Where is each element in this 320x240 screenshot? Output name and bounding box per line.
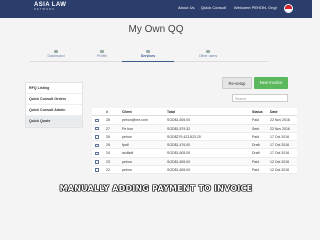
edit-icon[interactable] — [95, 116, 100, 124]
column-header-date[interactable]: Date — [270, 108, 314, 116]
search-input[interactable]: Search — [232, 94, 288, 102]
edit-icon[interactable] — [95, 133, 100, 141]
sidebar-item-quick-consult-admin[interactable]: Quick Consult Admin — [26, 105, 82, 116]
column-header-status[interactable]: Status — [252, 108, 270, 116]
table-row[interactable]: 22 pehon SGD$1,605.00 Paid 12 Oct 2016 — [92, 166, 297, 175]
tab-dashboard[interactable]: Dashboard — [30, 50, 82, 62]
nav-about-us[interactable]: About Us — [178, 5, 194, 10]
dashboard-icon — [54, 50, 58, 53]
video-caption: MANUALLY ADDING PAYMENT TO INVOICE — [59, 184, 253, 193]
resetup-button[interactable]: Re-setup — [222, 77, 252, 89]
table-row[interactable]: 27 Pe hon SGD$1,579.32 Sent 22 Nov 2016 — [92, 124, 297, 133]
sidebar-item-rfq-listing[interactable]: RFQ Listing — [26, 83, 82, 94]
edit-icon[interactable] — [95, 149, 100, 157]
nav-user-menu[interactable]: Welcome PEHON, Ong! — [234, 5, 277, 10]
edit-icon[interactable] — [95, 166, 100, 174]
tab-profile[interactable]: Profile — [76, 50, 128, 62]
invoice-table: # Client Total Status Date 28 pehon@me.c… — [92, 108, 297, 175]
tab-services[interactable]: Services — [122, 50, 174, 62]
nav-quick-consult[interactable]: Quick Consult — [201, 5, 226, 10]
tab-other-users[interactable]: Other users — [182, 50, 234, 62]
table-row[interactable]: 24 asdfsdf SGD$1,605.00 Draft 17 Oct 201… — [92, 149, 297, 158]
logo-subtitle: NETWORK — [34, 8, 56, 11]
new-invoice-button[interactable]: New Invoice — [254, 77, 288, 89]
user-icon — [100, 50, 104, 53]
sidebar-item-quick-quote[interactable]: Quick Quote — [26, 116, 82, 127]
column-header-id[interactable]: # — [106, 108, 118, 116]
edit-icon[interactable] — [95, 125, 100, 133]
services-icon — [146, 50, 150, 53]
table-row[interactable]: 23 pehon SGD$1,605.00 Paid 12 Oct 2016 — [92, 157, 297, 167]
edit-icon[interactable] — [95, 141, 100, 149]
column-header-total[interactable]: Total — [167, 108, 251, 116]
table-row[interactable]: 28 pehon@me.com SGD$1,605.00 Paid 22 Nov… — [92, 116, 297, 125]
table-header-row: # Client Total Status Date — [92, 108, 297, 117]
logo[interactable]: ASIA LAW NETWORK — [34, 2, 66, 11]
page-title: My Own QQ — [128, 24, 184, 35]
singapore-flag-icon[interactable] — [284, 4, 293, 13]
profile-tabs: Dashboard Profile Services Other users — [30, 50, 268, 62]
column-header-client[interactable]: Client — [122, 108, 166, 116]
services-sidebar: RFQ Listing Quick Consult Orders Quick C… — [25, 82, 83, 128]
top-navbar: ASIA LAW NETWORK About Us Quick Consult … — [0, 0, 312, 18]
table-row[interactable]: 26 pehon SGD$279,423,823.20 Paid 17 Oct … — [92, 132, 297, 142]
edit-icon[interactable] — [95, 158, 100, 166]
sidebar-item-quick-consult-orders[interactable]: Quick Consult Orders — [26, 94, 82, 105]
users-icon — [206, 50, 210, 53]
table-row[interactable]: 25 fpalf SGD$1,476.00 Draft 17 Oct 2016 — [92, 141, 297, 150]
